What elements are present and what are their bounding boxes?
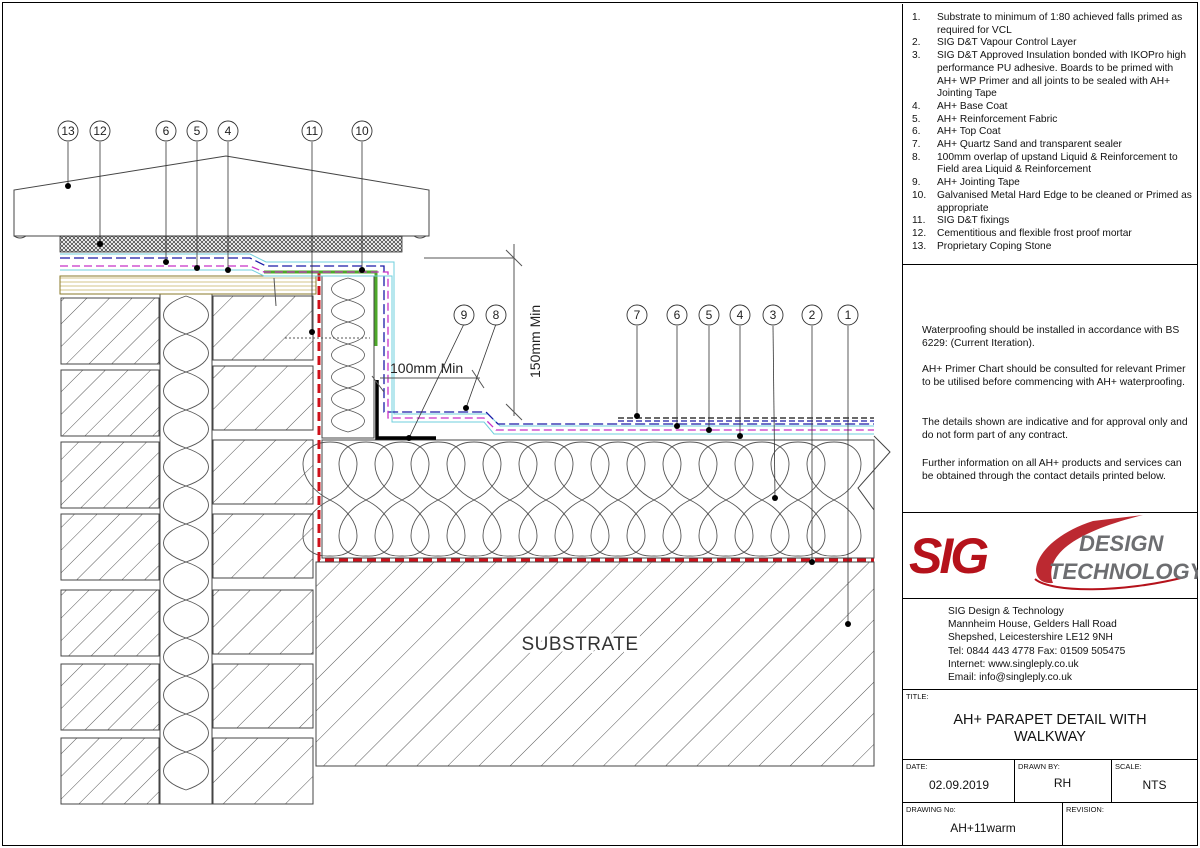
dim-150-label: 150mm Min [527, 305, 543, 378]
callout-7: 7 [634, 308, 641, 322]
callout-8: 8 [493, 308, 500, 322]
info-paragraph: Further information on all AH+ products … [922, 458, 1182, 482]
note-item: 8. 100mm overlap of upstand Liquid & Rein… [912, 151, 1178, 176]
callout-6-left: 6 [163, 124, 170, 138]
note-item: 1. Substrate to minimum of 1:80 achieved … [912, 12, 1183, 36]
cavity-insulation [159, 293, 213, 805]
note-item: 5. AH+ Reinforcement Fabric [912, 113, 1058, 125]
drawing-title-line2: WALKWAY [1014, 729, 1086, 745]
callout-4-left: 4 [225, 124, 232, 138]
note-item: 3. SIG D&T Approved Insulation bonded wit… [912, 50, 1186, 100]
callout-9: 9 [461, 308, 468, 322]
contact-block: SIG Design & Technology Mannheim House, … [948, 605, 1125, 684]
titleblock-row3 [902, 802, 1198, 803]
drawn-by-label: DRAWN BY: [1018, 762, 1060, 771]
logo-mark: SIG [909, 528, 988, 584]
titleblock-top [902, 689, 1198, 690]
note-item: 10. Galvanised Metal Hard Edge to be clea… [912, 189, 1192, 214]
detail-drawing: SUBSTRATE 100mm Min 150mm Min 13 12 6 5 … [13, 120, 891, 805]
contact-email: Email: info@singleply.co.uk [948, 672, 1072, 684]
callout-4-right: 4 [737, 308, 744, 322]
date-value: 02.09.2019 [928, 778, 990, 792]
drawing-title-line1: AH+ PARAPET DETAIL WITH [953, 712, 1147, 728]
callout-5-left: 5 [194, 124, 201, 138]
callout-6-right: 6 [674, 308, 681, 322]
callout-2: 2 [809, 308, 816, 322]
callout-1: 1 [845, 308, 852, 322]
note-item: 6. AH+ Top Coat [912, 126, 1001, 138]
title-label: TITLE: [906, 692, 929, 701]
note-item: 2. SIG D&T Vapour Control Layer [912, 37, 1077, 49]
inner-block-leaf [212, 295, 314, 805]
contact-address1: Mannheim House, Gelders Hall Road [948, 619, 1117, 631]
timber-plate [59, 275, 317, 295]
roof-insulation [302, 435, 891, 559]
contact-address2: Shepshed, Leicestershire LE12 9NH [948, 632, 1113, 644]
outer-brick-leaf [60, 297, 160, 805]
substrate-slab: SUBSTRATE [315, 561, 875, 767]
note-item: 12. Cementitious and flexible frost proof… [912, 227, 1132, 239]
info-paragraph: The details shown are indicative and for… [922, 417, 1188, 441]
titleblock-row2 [902, 759, 1198, 760]
scale-label: SCALE: [1115, 762, 1142, 771]
coping-stone [13, 155, 430, 239]
scale-value: NTS [1142, 778, 1167, 792]
drawing-no-value: AH+11warm [950, 821, 1016, 835]
callout-13: 13 [61, 124, 75, 138]
mortar-bed [59, 235, 403, 253]
callout-3: 3 [770, 308, 777, 322]
note-item: 13. Proprietary Coping Stone [912, 240, 1052, 252]
revision-label: REVISION: [1066, 805, 1104, 814]
drawn-by-value: RH [1053, 776, 1072, 790]
drawing-no-label: DRAWING No: [906, 805, 956, 814]
upstand-insulation [321, 275, 375, 439]
note-item: 4. AH+ Base Coat [912, 100, 1008, 112]
callout-5-right: 5 [706, 308, 713, 322]
callout-12: 12 [93, 124, 107, 138]
notes-list: 1. Substrate to minimum of 1:80 achieved … [912, 12, 1194, 253]
drawing-title: AH+ PARAPET DETAIL WITH WALKWAY [904, 712, 1196, 746]
contact-company: SIG Design & Technology [948, 606, 1064, 617]
titleblock-col3 [1062, 802, 1063, 846]
dimension-150mm [424, 244, 523, 421]
info-paragraph: AH+ Primer Chart should be consulted for… [922, 364, 1186, 388]
note-item: 9. AH+ Jointing Tape [912, 177, 1020, 189]
callout-11: 11 [306, 124, 319, 138]
logo-technology: TECHNOLOGY [1049, 559, 1198, 584]
note-item: 11. SIG D&T fixings [912, 215, 1010, 227]
jointing-angle [375, 380, 436, 440]
dim-100-label: 100mm Min [390, 360, 463, 376]
info-paragraph: Waterproofing should be installed in acc… [922, 325, 1180, 349]
contact-internet: Internet: www.singleply.co.uk [948, 658, 1079, 670]
logo-design: DESIGN [1079, 531, 1164, 556]
callout-10: 10 [355, 124, 369, 138]
date-label: DATE: [906, 762, 928, 771]
substrate-label: SUBSTRATE [521, 634, 638, 655]
logo-divider-bottom [902, 598, 1198, 599]
contact-phone: Tel: 0844 443 4778 Fax: 01509 505475 [948, 645, 1126, 657]
notes-divider [902, 264, 1198, 265]
note-item: 7. AH+ Quartz Sand and transparent sealer [912, 139, 1122, 151]
sig-logo: SIG DESIGN TECHNOLOGY [909, 515, 1198, 591]
